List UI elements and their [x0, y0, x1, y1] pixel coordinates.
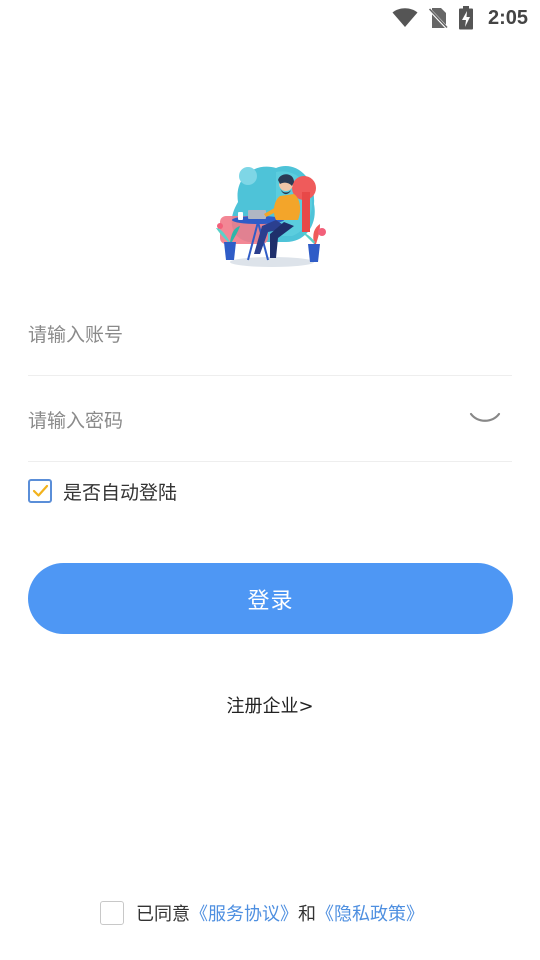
service-agreement-link[interactable]: 《服务协议》 [190, 904, 298, 925]
wifi-icon [392, 8, 418, 28]
person-working-at-laptop-illustration [214, 162, 330, 270]
agreement-checkbox[interactable] [100, 901, 124, 925]
auto-login-option[interactable]: 是否自动登陆 [28, 478, 177, 504]
eye-closed-icon[interactable] [468, 406, 502, 430]
auto-login-checkbox[interactable] [28, 479, 52, 503]
checkmark-icon [32, 484, 49, 497]
auto-login-label: 是否自动登陆 [63, 481, 178, 504]
agreement-text: 已同意《服务协议》和《隐私政策》 [136, 900, 424, 926]
status-icons: 2:05 [392, 6, 528, 30]
no-sim-icon [427, 7, 448, 29]
password-input[interactable] [28, 376, 448, 462]
account-input[interactable] [28, 290, 448, 376]
account-field[interactable] [28, 290, 512, 376]
password-field[interactable] [28, 376, 512, 462]
agreement-and: 和 [298, 904, 316, 925]
register-enterprise-link[interactable]: 注册企业> [0, 692, 540, 718]
login-button[interactable]: 登录 [28, 563, 513, 634]
status-bar: 2:05 [0, 0, 540, 36]
agreement-prefix: 已同意 [136, 904, 190, 925]
status-time: 2:05 [487, 6, 528, 29]
agreement-row: 已同意《服务协议》和《隐私政策》 [100, 900, 424, 926]
privacy-policy-link[interactable]: 《隐私政策》 [316, 904, 424, 925]
battery-charging-icon [458, 6, 473, 30]
